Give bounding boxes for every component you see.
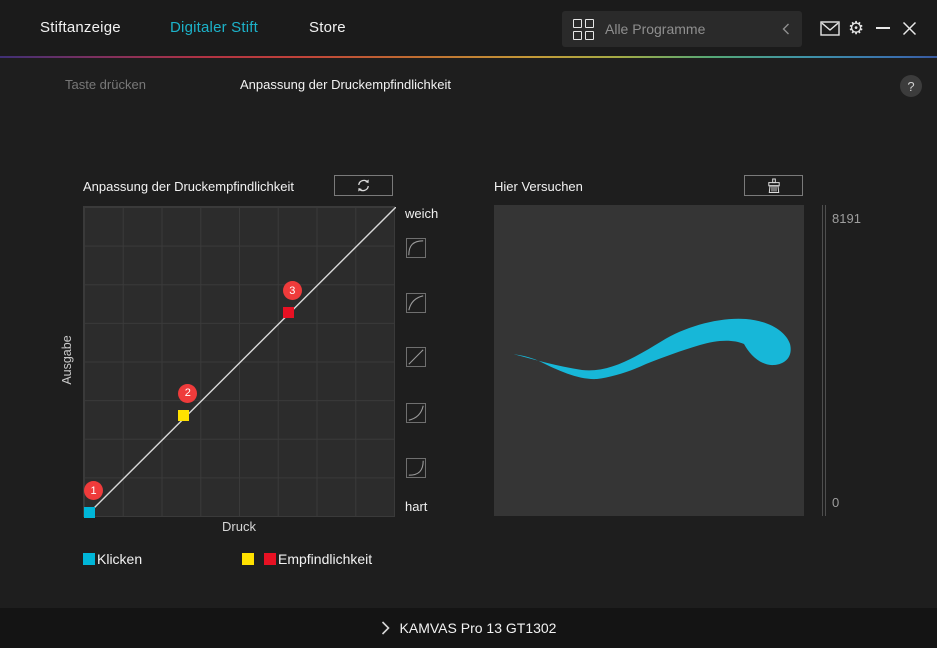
preset-curve-softest-icon[interactable] (406, 238, 426, 258)
soft-label: weich (405, 206, 439, 221)
pressure-curve-line (84, 207, 396, 518)
pressure-scale-track (822, 205, 826, 516)
x-axis-label: Druck (222, 519, 256, 534)
device-bar[interactable]: KAMVAS Pro 13 GT1302 (0, 608, 937, 648)
tab-store[interactable]: Store (309, 19, 346, 36)
curve-point-badge: 1 (84, 481, 103, 500)
hard-label: hart (405, 499, 428, 514)
pressure-panel-title: Anpassung der Druckempfindlichkeit (83, 179, 294, 194)
brush-stroke (513, 318, 791, 380)
chevron-left-icon (782, 23, 789, 35)
curve-point-handle[interactable] (178, 409, 190, 421)
legend-click-swatch (83, 553, 95, 565)
subtab-druckempfindlichkeit[interactable]: Anpassung der Druckempfindlichkeit (240, 77, 451, 92)
chevron-right-icon (381, 621, 390, 635)
title-bar: Stiftanzeige Digitaler Stift Store Alle … (0, 0, 937, 56)
legend-sensitivity-swatch-red (264, 553, 276, 565)
all-programs-label: Alle Programme (605, 21, 706, 37)
pressure-chart[interactable]: 123 (83, 206, 396, 518)
settings-gear-icon[interactable]: ⚙ (848, 19, 864, 37)
clear-canvas-button[interactable] (744, 175, 803, 196)
device-name: KAMVAS Pro 13 GT1302 (399, 620, 557, 636)
curve-point-badge: 3 (282, 281, 302, 301)
reset-curve-button[interactable] (334, 175, 393, 196)
mail-icon[interactable] (820, 20, 840, 36)
pressure-max-value: 8191 (832, 211, 861, 226)
y-axis-label: Ausgabe (60, 335, 74, 385)
try-panel-title: Hier Versuchen (494, 179, 583, 194)
legend-sensitivity-swatch-yellow (242, 553, 254, 565)
pressure-min-value: 0 (832, 495, 840, 510)
test-draw-canvas[interactable] (494, 205, 804, 516)
preset-curve-hard-icon[interactable] (406, 403, 426, 423)
tab-digitaler-stift[interactable]: Digitaler Stift (170, 19, 258, 36)
minimize-icon[interactable] (876, 27, 890, 29)
preset-curve-hardest-icon[interactable] (406, 458, 426, 478)
all-programs-dropdown[interactable]: Alle Programme (562, 11, 802, 47)
preset-curve-linear-icon[interactable] (406, 347, 426, 367)
close-icon[interactable] (902, 21, 917, 36)
header-gradient-divider (0, 56, 937, 58)
legend-sensitivity-label: Empfindlichkeit (278, 551, 373, 567)
driver-window: Stiftanzeige Digitaler Stift Store Alle … (0, 0, 937, 648)
curve-point-handle[interactable] (282, 307, 294, 319)
curve-point-handle[interactable] (84, 507, 95, 518)
preset-curve-soft-icon[interactable] (406, 293, 426, 313)
legend-click-label: Klicken (97, 551, 143, 567)
apps-grid-icon (573, 18, 594, 40)
refresh-icon (358, 179, 369, 192)
tab-stiftanzeige[interactable]: Stiftanzeige (40, 19, 121, 36)
subtab-taste-druecken[interactable]: Taste drücken (65, 77, 146, 92)
help-button[interactable]: ? (900, 75, 922, 97)
clean-brush-icon (767, 178, 780, 193)
